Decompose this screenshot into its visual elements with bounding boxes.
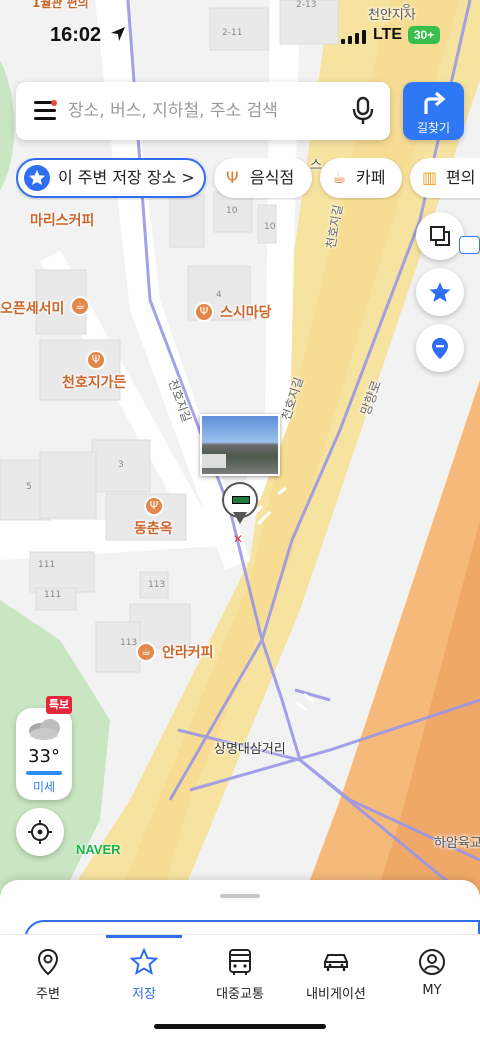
map-label-intersection[interactable]: 상명대삼거리: [214, 738, 286, 757]
user-icon: [419, 949, 445, 975]
weather-widget[interactable]: 33° 미세: [16, 708, 72, 800]
weather-alert-badge[interactable]: 특보: [46, 696, 72, 714]
microphone-icon[interactable]: [350, 96, 376, 126]
directions-label: 길찾기: [416, 121, 451, 135]
layers-icon: [430, 226, 450, 246]
pin-tail: [233, 512, 247, 524]
tab-label: 내비게이션: [306, 987, 366, 1002]
dust-level-bar: [26, 771, 62, 775]
tab-label: 주변: [36, 987, 60, 1002]
tab-public-transit[interactable]: 대중교통: [192, 947, 288, 1007]
chip-label: 이 주변 저장 장소 >: [58, 168, 195, 187]
chip-cafe[interactable]: ☕ 카페: [320, 158, 402, 198]
building-number: 113: [120, 638, 138, 648]
tab-label: MY: [422, 983, 442, 998]
poi-marris-coffee-label[interactable]: 마리스커피: [30, 210, 94, 230]
location-pin-button[interactable]: [416, 324, 464, 372]
cafe-poi-icon[interactable]: ☕: [136, 642, 156, 662]
naver-logo: NAVER: [76, 842, 121, 857]
location-pin-icon: [37, 948, 59, 976]
map-layers-button[interactable]: [416, 212, 464, 260]
car-icon: [324, 954, 348, 971]
search-input[interactable]: [68, 96, 338, 126]
chip-label: 카페: [356, 168, 386, 187]
status-bar: 16:02 LTE 30+: [0, 18, 480, 54]
building-number: 111: [44, 590, 62, 600]
home-indicator: [154, 1024, 326, 1029]
tab-my[interactable]: MY: [384, 947, 480, 1007]
restaurant-poi-icon[interactable]: Ψ: [144, 496, 164, 516]
temperature: 33°: [28, 746, 60, 767]
building-number: 5: [26, 482, 32, 492]
tab-nearby[interactable]: 주변: [0, 947, 96, 1007]
cloudy-weather-icon: [29, 719, 60, 740]
location-arrow-icon: [111, 27, 125, 41]
map-label-partial: 1월관 편의: [32, 0, 89, 10]
notification-dot: [51, 100, 57, 106]
chip-label: 음식점: [250, 168, 295, 187]
sheet-drag-handle[interactable]: [220, 894, 260, 898]
building-number: 113: [148, 580, 166, 590]
poi-dongchunok-label[interactable]: 동춘옥: [134, 518, 173, 538]
map-label-branch-sub: 우: [402, 4, 412, 15]
star-icon: [24, 165, 50, 191]
restaurant-poi-icon[interactable]: Ψ: [194, 302, 214, 322]
building-number: 3: [118, 460, 124, 470]
chip-saved-places-nearby[interactable]: 이 주변 저장 장소 >: [16, 158, 206, 198]
building-number: 111: [38, 560, 56, 570]
cup-icon: ☕: [332, 168, 347, 187]
battery-indicator: 30+: [408, 26, 440, 44]
building-number: 2-13: [296, 0, 317, 10]
poi-open-sesame-label[interactable]: 오픈세서미: [0, 298, 64, 318]
crosshair-icon: [28, 820, 52, 844]
tab-label: 저장: [132, 987, 156, 1002]
star-icon: [429, 282, 451, 302]
current-location-button[interactable]: [16, 808, 64, 856]
chip-restaurants[interactable]: Ψ 음식점: [214, 158, 312, 198]
tab-navigation[interactable]: 내비게이션: [288, 947, 384, 1007]
chip-convenience-store[interactable]: ▥ 편의: [410, 158, 480, 198]
poi-sushi-label[interactable]: 스시마당: [220, 302, 272, 322]
building-number: 10: [226, 206, 238, 216]
tab-label: 대중교통: [216, 987, 264, 1002]
network-type: LTE: [373, 26, 403, 43]
fork-knife-icon: Ψ: [226, 168, 239, 187]
star-outline-icon: [129, 947, 159, 976]
dust-label: 미세: [32, 780, 56, 794]
category-chips: 이 주변 저장 장소 > Ψ 음식점 ☕ 카페 ▥ 편의: [16, 158, 480, 200]
turn-right-arrow-icon: [424, 91, 446, 114]
poi-anra-coffee-label[interactable]: 안라커피: [162, 642, 214, 662]
map-pin-icon: [432, 338, 448, 359]
status-time: 16:02: [50, 24, 102, 46]
store-icon: ▥: [422, 168, 438, 187]
map-label-haam: 하암육교: [434, 836, 480, 851]
bus-stop-icon[interactable]: [459, 236, 480, 254]
bus-icon: [229, 949, 251, 975]
cafe-poi-icon[interactable]: ☕: [70, 296, 90, 316]
search-bar[interactable]: [16, 82, 390, 140]
signal-bars-icon: [341, 30, 366, 44]
pin-location-marker-icon: ✕: [233, 532, 244, 546]
restaurant-poi-icon[interactable]: Ψ: [86, 350, 106, 370]
street-view-thumbnail[interactable]: [200, 414, 280, 476]
active-tab-indicator: [106, 935, 182, 938]
directions-button[interactable]: 길찾기: [403, 82, 464, 140]
building-number: 10: [264, 222, 276, 232]
tab-saved[interactable]: 저장: [96, 947, 192, 1007]
poi-cheonhoji-garden-label[interactable]: 천호지가든: [62, 372, 126, 392]
building-number: 4: [216, 290, 222, 300]
chip-label: 편의: [446, 168, 476, 187]
favorites-button[interactable]: [416, 268, 464, 316]
